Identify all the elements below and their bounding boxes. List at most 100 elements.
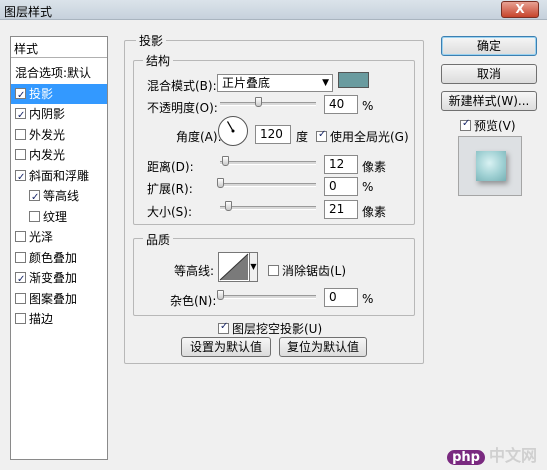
style-list-item[interactable]: 斜面和浮雕	[11, 166, 107, 188]
ok-button[interactable]: 确定	[441, 36, 537, 56]
style-list-item-label: 光泽	[29, 230, 54, 244]
style-list-item[interactable]: 内阴影	[11, 104, 107, 126]
contour-picker[interactable]: ▼	[218, 252, 258, 282]
style-checkbox[interactable]	[29, 188, 40, 208]
noise-slider-thumb[interactable]	[217, 290, 224, 300]
styles-list-header: 样式	[11, 37, 107, 58]
opacity-input[interactable]: 40	[324, 95, 358, 114]
size-unit: 像素	[362, 205, 387, 219]
blend-mode-value: 正片叠底	[222, 76, 271, 90]
style-list-item[interactable]: 投影	[11, 83, 107, 106]
style-checkbox[interactable]	[15, 128, 26, 140]
spread-slider-track[interactable]	[220, 183, 316, 187]
style-list-item-label: 图案叠加	[29, 291, 78, 306]
close-button[interactable]: X	[501, 1, 539, 18]
angle-unit: 度	[296, 130, 309, 144]
reset-default-button[interactable]: 复位为默认值	[279, 337, 367, 357]
style-checkbox[interactable]	[29, 210, 40, 222]
preview-option[interactable]: 预览(V)	[460, 117, 516, 134]
watermark-badge: php	[447, 450, 485, 465]
style-list-item[interactable]: 渐变叠加	[11, 268, 107, 290]
knockout-option[interactable]: 图层挖空投影(U)	[218, 320, 322, 337]
anti-alias-label: 消除锯齿(L)	[282, 264, 347, 278]
blend-mode-select[interactable]: 正片叠底 ▼	[217, 74, 333, 92]
drop-shadow-title: 投影	[136, 32, 167, 49]
noise-input[interactable]: 0	[324, 288, 358, 307]
style-list-item[interactable]: 图案叠加	[11, 289, 107, 309]
style-checkbox[interactable]	[15, 292, 26, 304]
style-list-item-label: 外发光	[29, 127, 66, 142]
chevron-down-icon: ▼	[322, 78, 329, 88]
cancel-button[interactable]: 取消	[441, 64, 537, 84]
style-list-item-label: 斜面和浮雕	[29, 168, 90, 183]
style-list-item-label: 内发光	[29, 148, 66, 162]
style-checkbox[interactable]	[15, 231, 26, 242]
style-list-item[interactable]: 等高线	[11, 186, 107, 208]
style-list-item[interactable]: 光泽	[11, 227, 107, 247]
distance-slider-thumb[interactable]	[221, 156, 229, 166]
style-list-item-label: 纹理	[43, 209, 68, 224]
new-style-button[interactable]: 新建样式(W)...	[441, 91, 537, 111]
spread-unit: %	[362, 180, 374, 194]
style-checkbox[interactable]	[15, 168, 26, 188]
angle-dial[interactable]	[218, 116, 248, 146]
anti-alias-checkbox[interactable]	[268, 265, 279, 276]
style-checkbox[interactable]	[15, 270, 26, 290]
style-checkbox[interactable]	[15, 313, 26, 324]
knockout-label: 图层挖空投影(U)	[232, 322, 323, 336]
styles-list-panel: 样式 混合选项:默认投影内阴影外发光内发光斜面和浮雕等高线纹理光泽颜色叠加渐变叠…	[10, 36, 108, 460]
make-default-button[interactable]: 设置为默认值	[181, 337, 271, 357]
distance-input[interactable]: 12	[324, 155, 358, 174]
style-checkbox[interactable]	[15, 106, 26, 126]
style-list-item-label: 混合选项:默认	[15, 66, 92, 80]
style-list-item-label: 等高线	[43, 189, 80, 203]
global-light-checkbox[interactable]	[316, 129, 327, 142]
chevron-down-icon[interactable]: ▼	[249, 252, 258, 282]
shadow-color-swatch[interactable]	[338, 72, 369, 88]
site-watermark-logo: php 中文网	[447, 442, 537, 466]
blend-mode-label: 混合模式(B):	[147, 79, 217, 93]
style-list-item[interactable]: 颜色叠加	[11, 248, 107, 268]
style-list-item[interactable]: 描边	[11, 309, 107, 329]
angle-input[interactable]: 120	[255, 125, 291, 144]
style-list-item-label: 描边	[29, 312, 54, 326]
distance-slider-track[interactable]	[220, 161, 316, 165]
anti-alias-option[interactable]: 消除锯齿(L)	[268, 262, 346, 279]
size-label: 大小(S):	[147, 205, 193, 219]
global-light-option[interactable]: 使用全局光(G)	[316, 128, 409, 145]
style-preview	[458, 136, 522, 196]
angle-dial-needle	[226, 121, 235, 133]
quality-title: 品质	[143, 231, 174, 248]
size-input[interactable]: 21	[324, 200, 358, 219]
style-list-item[interactable]: 内发光	[11, 145, 107, 165]
style-list-item[interactable]: 外发光	[11, 125, 107, 145]
noise-unit: %	[362, 292, 374, 306]
contour-curve-icon	[219, 253, 249, 281]
style-checkbox[interactable]	[15, 86, 26, 106]
size-slider-track[interactable]	[220, 206, 316, 210]
style-list-item-label: 颜色叠加	[29, 250, 78, 265]
style-checkbox[interactable]	[15, 251, 26, 263]
spread-input[interactable]: 0	[324, 177, 358, 196]
distance-label: 距离(D):	[147, 160, 194, 174]
knockout-checkbox[interactable]	[218, 321, 229, 334]
spread-label: 扩展(R):	[147, 182, 193, 196]
contour-label: 等高线:	[174, 264, 215, 278]
noise-slider-track[interactable]	[220, 295, 316, 299]
opacity-label: 不透明度(O):	[147, 101, 218, 115]
size-slider-thumb[interactable]	[224, 201, 232, 211]
title-bar: 图层样式 X	[0, 0, 547, 20]
style-checkbox[interactable]	[15, 149, 26, 160]
opacity-slider-track[interactable]	[220, 102, 316, 106]
angle-label: 角度(A):	[176, 130, 222, 144]
opacity-unit: %	[362, 99, 374, 113]
opacity-slider-thumb[interactable]	[255, 97, 263, 107]
style-list-item[interactable]: 混合选项:默认	[11, 63, 107, 83]
noise-label: 杂色(N):	[170, 294, 217, 308]
preview-checkbox[interactable]	[460, 118, 471, 131]
distance-unit: 像素	[362, 160, 387, 174]
global-light-label: 使用全局光(G)	[330, 130, 409, 144]
style-list-item[interactable]: 纹理	[11, 207, 107, 227]
spread-slider-thumb[interactable]	[217, 178, 224, 188]
style-list-item-label: 投影	[29, 86, 54, 101]
